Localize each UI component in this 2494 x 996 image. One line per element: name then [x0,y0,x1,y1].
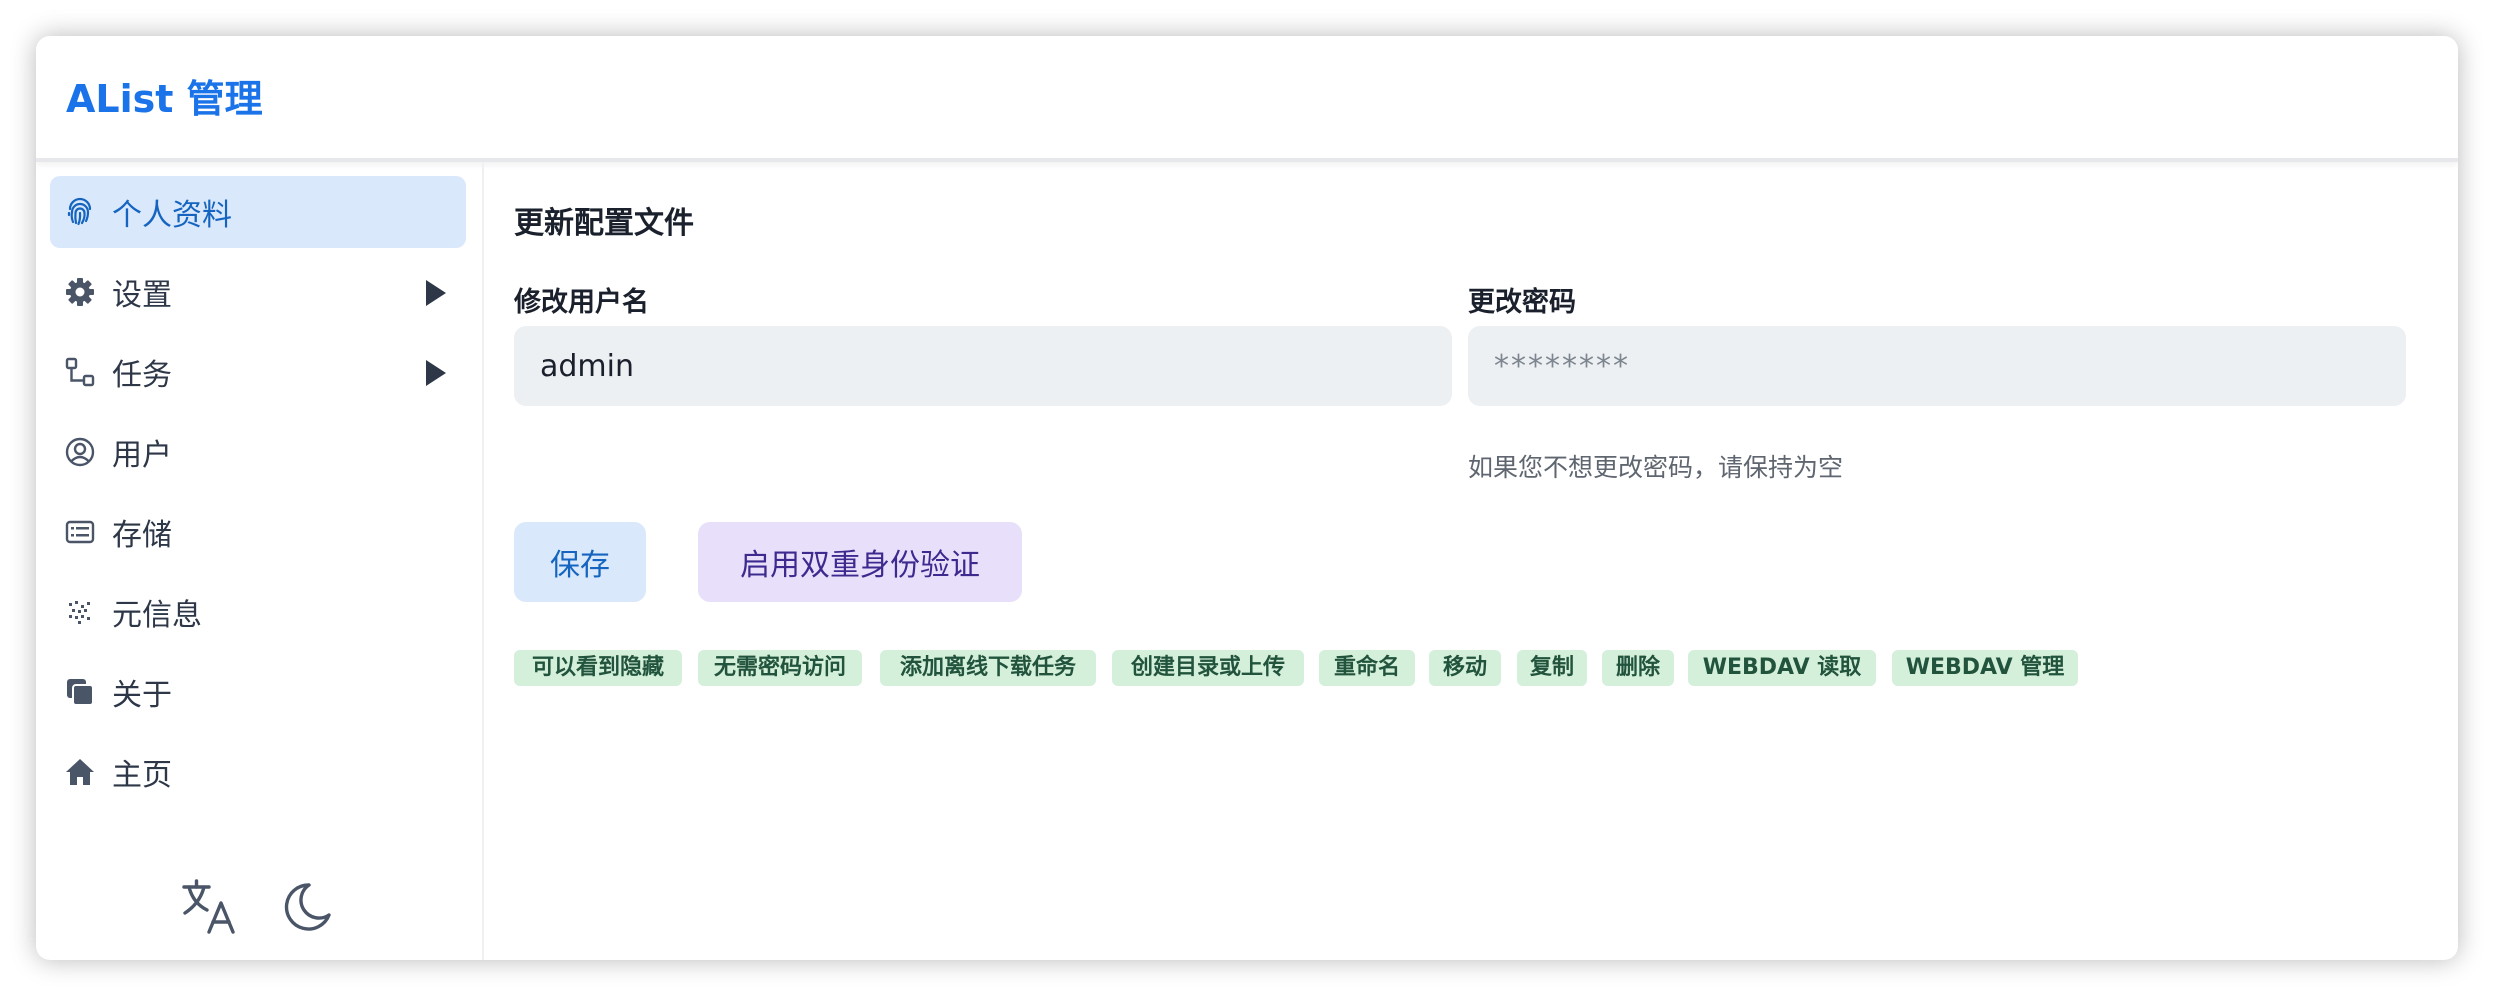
sidebar-item-storage[interactable]: 存储 [50,496,466,568]
sidebar-item-label: 用户 [112,438,172,473]
gear-icon [62,274,98,310]
sidebar-footer [36,872,482,952]
app-window: AList 管理 个人资料 设置 任务 用户 存储 元信息 关于 主页 更新配置… [36,36,2458,960]
sidebar-item-users[interactable]: 用户 [50,416,466,488]
username-input[interactable] [514,326,1452,406]
sidebar-item-label: 关于 [112,678,172,713]
permission-tag: 创建目录或上传 [1112,650,1304,686]
chevron-right-icon [426,360,446,386]
storage-icon [62,514,98,550]
home-icon [62,754,98,790]
sidebar-item-about[interactable]: 关于 [50,656,466,728]
password-label: 更改密码 [1468,287,1576,318]
sidebar-item-label: 设置 [112,278,172,313]
fingerprint-icon [62,194,98,230]
sidebar-item-tasks[interactable]: 任务 [50,336,466,408]
sidebar-item-profile[interactable]: 个人资料 [50,176,466,248]
permission-tag: 添加离线下载任务 [880,650,1096,686]
sidebar-item-label: 存储 [112,518,172,553]
user-circle-icon [62,434,98,470]
sidebar-item-label: 元信息 [112,598,202,633]
sidebar-item-metadata[interactable]: 元信息 [50,576,466,648]
sidebar-item-label: 任务 [112,358,172,393]
permission-tag: 无需密码访问 [698,650,862,686]
section-title: 更新配置文件 [514,206,694,241]
permission-tags: 可以看到隐藏 无需密码访问 添加离线下载任务 创建目录或上传 重命名 移动 复制… [514,650,2438,690]
main-content: 更新配置文件 修改用户名 更改密码 如果您不想更改密码，请保持为空 保存 启用双… [484,162,2458,960]
password-input[interactable] [1468,326,2406,406]
save-button[interactable]: 保存 [514,522,646,602]
permission-tag: 复制 [1517,650,1587,686]
app-title[interactable]: AList 管理 [66,68,263,123]
sidebar: 个人资料 设置 任务 用户 存储 元信息 关于 主页 [36,162,484,960]
enable-2fa-button[interactable]: 启用双重身份验证 [698,522,1022,602]
metadata-icon [62,594,98,630]
language-icon[interactable] [174,872,244,942]
copy-icon [62,674,98,710]
sidebar-item-label: 主页 [112,758,172,793]
permission-tag: 重命名 [1319,650,1415,686]
workflow-icon [62,354,98,390]
username-label: 修改用户名 [514,287,649,318]
app-header: AList 管理 [36,36,2458,162]
sidebar-item-label: 个人资料 [112,198,232,233]
sidebar-item-home[interactable]: 主页 [50,736,466,808]
password-helper-text: 如果您不想更改密码，请保持为空 [1468,453,1844,482]
permission-tag: 删除 [1602,650,1674,686]
permission-tag: 可以看到隐藏 [514,650,682,686]
chevron-right-icon [426,280,446,306]
permission-tag: 移动 [1429,650,1501,686]
permission-tag: WEBDAV 读取 [1688,650,1876,686]
permission-tag: WEBDAV 管理 [1892,650,2078,686]
sidebar-item-settings[interactable]: 设置 [50,256,466,328]
dark-mode-icon[interactable] [272,872,342,942]
